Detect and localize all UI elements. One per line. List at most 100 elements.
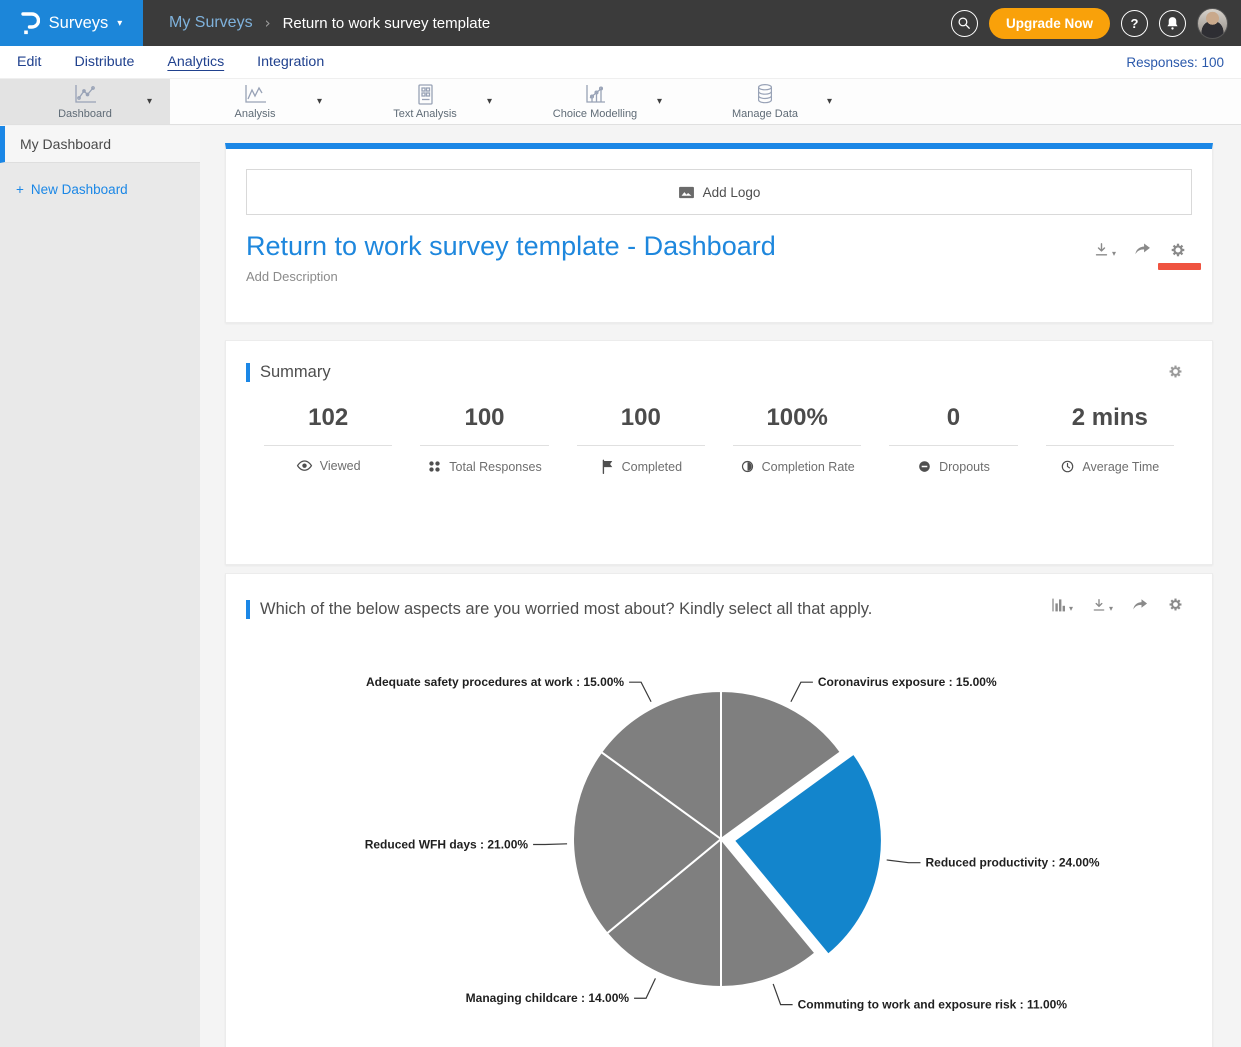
clock-icon [1060, 459, 1075, 474]
dashboard-title[interactable]: Return to work survey template - Dashboa… [246, 231, 1192, 262]
toolbar-item-label: Manage Data [732, 108, 798, 120]
metric-divider [889, 445, 1017, 446]
upgrade-now-button[interactable]: Upgrade Now [989, 8, 1110, 39]
section-accent-bar [246, 600, 250, 619]
metric-value: 100 [563, 404, 719, 445]
breadcrumb: My Surveys › Return to work survey templ… [169, 14, 490, 32]
metric-value: 100% [719, 404, 875, 445]
breadcrumb-separator: › [265, 14, 271, 32]
survey-tabs-row: Edit Distribute Analytics Integration Re… [0, 46, 1241, 78]
chevron-down-icon: ▾ [1109, 604, 1113, 613]
tab-edit[interactable]: Edit [17, 54, 41, 70]
dashboard-header-card: Add Logo Return to work survey template … [225, 143, 1213, 323]
pie-callout-line [887, 860, 921, 863]
chart-settings-button[interactable] [1167, 596, 1184, 613]
gear-icon [1169, 241, 1187, 259]
pie-callout-line [629, 682, 651, 702]
tab-analytics[interactable]: Analytics [167, 54, 224, 70]
toolbar-item-dashboard[interactable]: Dashboard ▾ [0, 79, 170, 124]
metric-divider [733, 445, 861, 446]
choice-modelling-icon [583, 84, 607, 105]
toolbar-item-label: Analysis [235, 108, 276, 120]
summary-settings-button[interactable] [1167, 363, 1184, 380]
gear-icon [1167, 363, 1184, 380]
share-dashboard-button[interactable] [1133, 241, 1152, 258]
question-chart-card: Which of the below aspects are you worri… [225, 573, 1213, 1047]
share-icon [1133, 241, 1152, 258]
eye-icon [296, 459, 313, 473]
minus-circle-icon [917, 459, 932, 474]
metric-value: 2 mins [1032, 404, 1188, 445]
plus-icon: + [16, 182, 24, 197]
new-dashboard-button[interactable]: + New Dashboard [0, 163, 200, 216]
breadcrumb-current-survey: Return to work survey template [283, 15, 491, 32]
metric-completion-rate: 100% Completion Rate [719, 404, 875, 474]
pie-slice-label: Reduced productivity : 24.00% [926, 856, 1100, 870]
toolbar-item-label: Choice Modelling [553, 108, 637, 120]
metric-dropouts: 0 Dropouts [875, 404, 1031, 474]
tab-distribute[interactable]: Distribute [74, 54, 134, 70]
toolbar-item-choice-modelling[interactable]: Choice Modelling ▾ [510, 79, 680, 124]
dashboard-chart-icon [72, 84, 98, 105]
bar-chart-icon [1051, 597, 1067, 613]
chevron-down-icon[interactable]: ▾ [827, 96, 832, 107]
completion-rate-icon [740, 459, 755, 474]
pie-slice-label: Reduced WFH days : 21.00% [365, 838, 529, 852]
pie-callout-line [533, 844, 567, 845]
analytics-toolbar: Dashboard ▾ Analysis ▾ Text Analysis ▾ C… [0, 78, 1241, 125]
add-logo-label: Add Logo [703, 185, 761, 200]
chart-type-button[interactable]: ▾ [1051, 597, 1073, 613]
add-logo-button[interactable]: Add Logo [246, 169, 1192, 215]
metric-divider [577, 445, 705, 446]
summary-title: Summary [260, 363, 331, 382]
breadcrumb-my-surveys[interactable]: My Surveys [169, 14, 253, 32]
download-icon [1093, 241, 1110, 258]
metric-label: Completion Rate [762, 460, 855, 474]
download-icon [1091, 597, 1107, 613]
metric-divider [420, 445, 548, 446]
chevron-down-icon[interactable]: ▾ [487, 96, 492, 107]
help-button[interactable]: ? [1121, 10, 1148, 37]
toolbar-item-label: Text Analysis [393, 108, 457, 120]
database-icon [754, 83, 776, 105]
share-icon [1131, 597, 1149, 613]
share-chart-button[interactable] [1131, 597, 1149, 613]
tab-integration[interactable]: Integration [257, 54, 324, 70]
question-mark-icon: ? [1131, 16, 1139, 31]
metric-completed: 100 Completed [563, 404, 719, 474]
pie-slice-label: Adequate safety procedures at work : 15.… [366, 675, 624, 689]
search-icon [957, 16, 971, 30]
responses-count[interactable]: Responses: 100 [1126, 55, 1224, 70]
toolbar-item-text-analysis[interactable]: Text Analysis ▾ [340, 79, 510, 124]
chevron-down-icon[interactable]: ▾ [147, 96, 152, 107]
download-dashboard-button[interactable]: ▾ [1093, 241, 1116, 258]
gear-icon [1167, 596, 1184, 613]
metric-value: 102 [250, 404, 406, 445]
chevron-down-icon[interactable]: ▾ [317, 96, 322, 107]
pie-callout-line [634, 978, 655, 998]
download-chart-button[interactable]: ▾ [1091, 597, 1113, 613]
add-description-button[interactable]: Add Description [246, 269, 1192, 284]
dashboard-header-actions: ▾ [1093, 241, 1187, 259]
user-avatar[interactable] [1197, 8, 1228, 39]
notifications-button[interactable] [1159, 10, 1186, 37]
summary-metrics-row: 102 Viewed 100 To [226, 382, 1212, 474]
dashboard-sidebar: My Dashboard + New Dashboard [0, 126, 200, 1047]
question-card-actions: ▾ ▾ [1051, 596, 1184, 613]
chevron-down-icon[interactable]: ▾ [657, 96, 662, 107]
toolbar-item-label: Dashboard [58, 108, 112, 120]
sidebar-item-my-dashboard[interactable]: My Dashboard [0, 126, 200, 163]
section-accent-bar [246, 363, 250, 382]
search-button[interactable] [951, 10, 978, 37]
metric-divider [264, 445, 392, 446]
metric-label: Total Responses [449, 460, 541, 474]
product-menu[interactable]: Surveys ▾ [0, 0, 143, 46]
chevron-down-icon: ▾ [1069, 604, 1073, 613]
pie-callout-line [791, 682, 813, 702]
new-dashboard-label: New Dashboard [31, 182, 128, 197]
summary-actions [1167, 363, 1184, 380]
dashboard-settings-button[interactable] [1169, 241, 1187, 259]
toolbar-item-analysis[interactable]: Analysis ▾ [170, 79, 340, 124]
toolbar-item-manage-data[interactable]: Manage Data ▾ [680, 79, 850, 124]
analysis-chart-icon [242, 84, 268, 105]
